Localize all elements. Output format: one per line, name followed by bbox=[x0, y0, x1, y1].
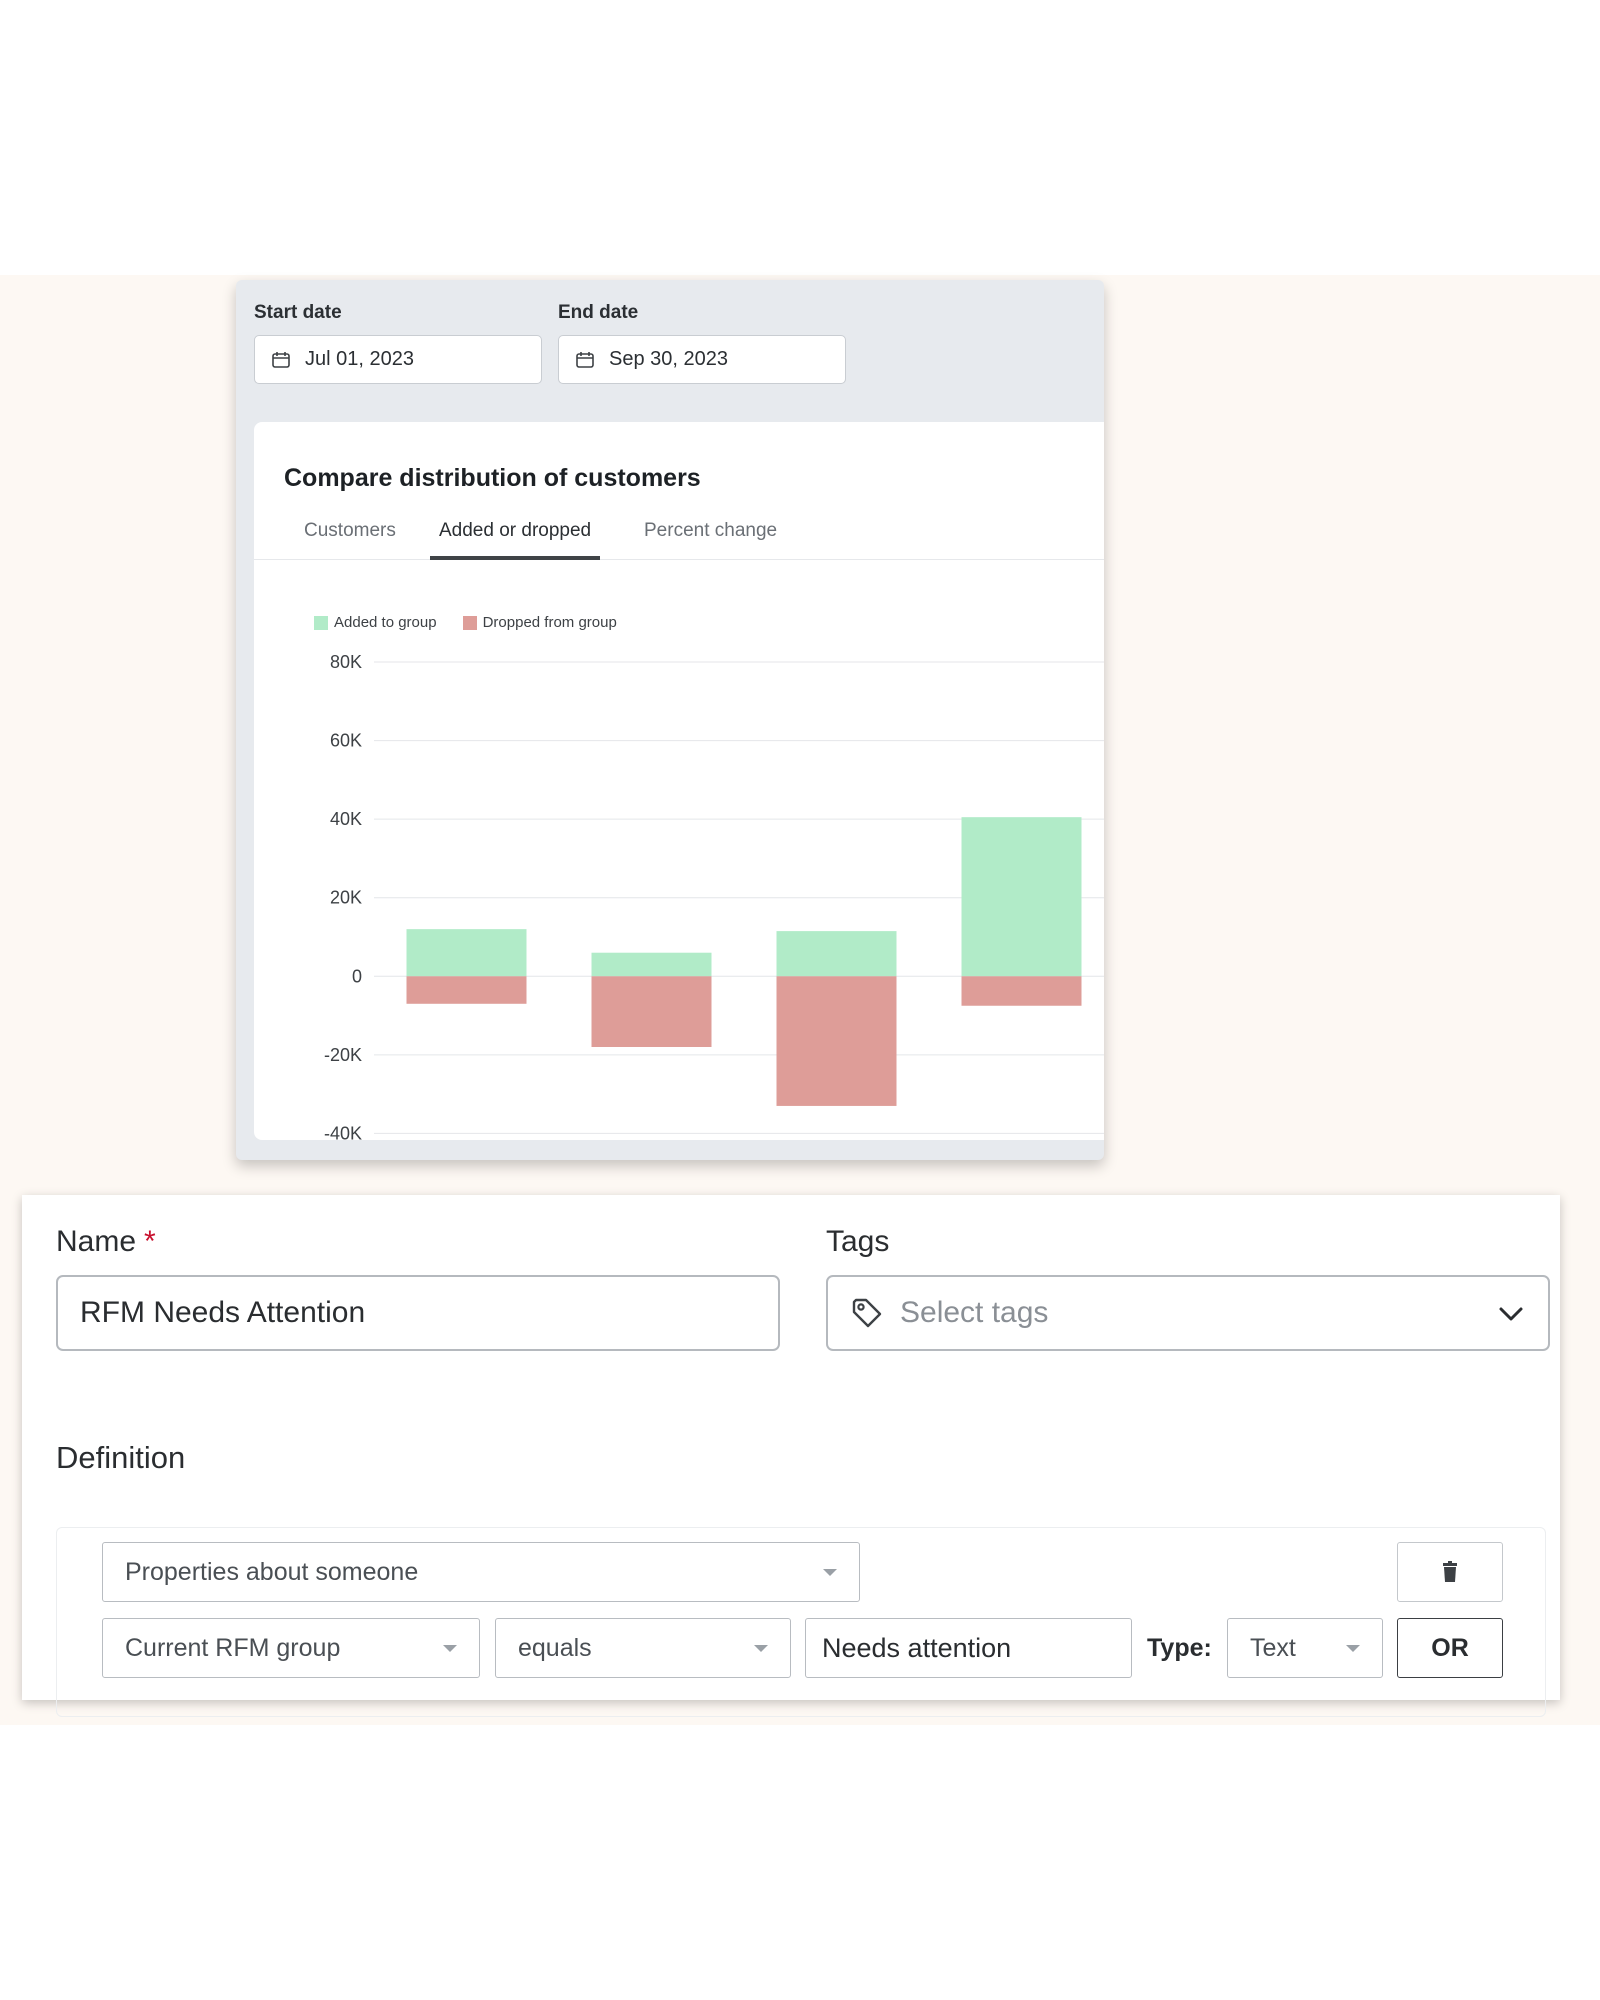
bar-dropped bbox=[961, 976, 1082, 1006]
type-label: Type: bbox=[1147, 1634, 1212, 1662]
caret-down-icon bbox=[823, 1569, 837, 1576]
caret-down-icon bbox=[443, 1645, 457, 1652]
tags-label: Tags bbox=[826, 1225, 890, 1258]
y-tick-label: 20K bbox=[330, 888, 362, 908]
definition-heading: Definition bbox=[56, 1440, 186, 1475]
calendar-icon bbox=[272, 351, 290, 368]
required-mark: * bbox=[144, 1225, 156, 1258]
condition-value-input[interactable]: Needs attention bbox=[805, 1618, 1132, 1678]
end-date-value: Sep 30, 2023 bbox=[609, 348, 728, 370]
condition-operator-select[interactable]: equals bbox=[495, 1618, 791, 1678]
y-tick-label: 0 bbox=[352, 966, 362, 986]
caret-down-icon bbox=[754, 1645, 768, 1652]
y-tick-label: -20K bbox=[324, 1045, 362, 1065]
bar-dropped bbox=[776, 976, 897, 1106]
name-label: Name * bbox=[56, 1225, 156, 1259]
y-tick-label: 80K bbox=[330, 652, 362, 672]
condition-property-value: Current RFM group bbox=[125, 1633, 341, 1662]
start-date-value: Jul 01, 2023 bbox=[305, 348, 414, 370]
start-date-input[interactable]: Jul 01, 2023 bbox=[254, 335, 542, 384]
report-card: Start date Jul 01, 2023 End date Sep 30,… bbox=[236, 280, 1104, 1160]
or-button[interactable]: OR bbox=[1397, 1618, 1503, 1678]
y-tick-label: 60K bbox=[330, 731, 362, 751]
segment-form: Name * RFM Needs Attention Tags Select ta… bbox=[22, 1195, 1560, 1717]
name-input[interactable]: RFM Needs Attention bbox=[56, 1275, 780, 1351]
tags-placeholder: Select tags bbox=[900, 1296, 1049, 1329]
bar-added bbox=[961, 817, 1082, 977]
caret-down-icon bbox=[1346, 1645, 1360, 1652]
condition-category-value: Properties about someone bbox=[125, 1557, 419, 1586]
delete-condition-button[interactable] bbox=[1397, 1542, 1503, 1602]
bar-added bbox=[591, 952, 712, 977]
bar-dropped bbox=[406, 976, 527, 1004]
bar-chart: 80K60K40K20K0-20K-40K-60KChampionsLoyalR… bbox=[324, 652, 1104, 1140]
bar-dropped bbox=[591, 976, 712, 1047]
tags-select[interactable]: Select tags bbox=[826, 1275, 1550, 1351]
condition-value-text: Needs attention bbox=[822, 1632, 1012, 1663]
end-date-label: End date bbox=[558, 302, 639, 323]
trash-icon bbox=[1443, 1561, 1457, 1582]
condition-type-value: Text bbox=[1250, 1633, 1296, 1662]
end-date-input[interactable]: Sep 30, 2023 bbox=[558, 335, 846, 384]
start-date-field: Start date Jul 01, 2023 bbox=[254, 302, 542, 384]
tag-icon bbox=[852, 1298, 882, 1328]
chevron-down-icon bbox=[1499, 1307, 1523, 1321]
condition-category-select[interactable]: Properties about someone bbox=[102, 1542, 860, 1602]
name-input-value: RFM Needs Attention bbox=[80, 1296, 366, 1329]
condition-property-select[interactable]: Current RFM group bbox=[102, 1618, 480, 1678]
y-tick-label: -40K bbox=[324, 1123, 362, 1140]
chart-panel: Compare distribution of customers Custom… bbox=[254, 422, 1104, 1140]
calendar-icon bbox=[576, 351, 594, 368]
condition-type-select[interactable]: Text bbox=[1227, 1618, 1383, 1678]
end-date-field: End date Sep 30, 2023 bbox=[558, 302, 846, 384]
start-date-label: Start date bbox=[254, 302, 342, 323]
y-tick-label: 40K bbox=[330, 809, 362, 829]
definition-condition-group: Properties about someone Current RFM gro… bbox=[56, 1527, 1546, 1717]
bar-added bbox=[776, 931, 897, 977]
bar-added bbox=[406, 929, 527, 977]
condition-operator-value: equals bbox=[518, 1633, 592, 1662]
name-label-text: Name bbox=[56, 1225, 137, 1258]
